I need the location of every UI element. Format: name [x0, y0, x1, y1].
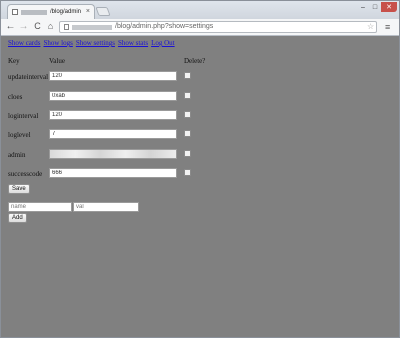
- settings-row: cloes: [1, 91, 399, 103]
- page-content: Show cards Show logs Show settings Show …: [1, 36, 399, 337]
- bookmark-star-icon[interactable]: ☆: [367, 22, 374, 31]
- settings-row: updateinterval: [1, 71, 399, 83]
- log-out-link[interactable]: Log Out: [151, 39, 175, 47]
- setting-value-input[interactable]: [49, 110, 177, 120]
- value-column-header: Value: [49, 57, 65, 65]
- delete-checkbox[interactable]: [184, 111, 191, 118]
- admin-nav: Show cards Show logs Show settings Show …: [8, 39, 175, 47]
- show-stats-link[interactable]: Show stats: [118, 39, 148, 47]
- save-button[interactable]: Save: [8, 184, 30, 194]
- redacted-host: [72, 24, 112, 30]
- setting-key: loglevel: [8, 131, 31, 139]
- setting-value-input[interactable]: [49, 71, 177, 81]
- home-icon[interactable]: ⌂: [45, 21, 56, 32]
- close-window-button[interactable]: ✕: [381, 2, 397, 12]
- forward-arrow-icon[interactable]: →: [18, 21, 29, 32]
- settings-row: admin: [1, 149, 399, 161]
- setting-value-input[interactable]: [49, 129, 177, 139]
- reload-icon[interactable]: C: [32, 21, 43, 32]
- delete-checkbox[interactable]: [184, 150, 191, 157]
- setting-value-input[interactable]: [49, 149, 177, 159]
- address-bar[interactable]: /blog/admin.php?show=settings: [59, 21, 377, 33]
- setting-value-input[interactable]: [49, 91, 177, 101]
- show-settings-link[interactable]: Show settings: [76, 39, 115, 47]
- setting-key: cloes: [8, 93, 23, 101]
- setting-value-input[interactable]: [49, 168, 177, 178]
- browser-toolbar: ← → C ⌂ /blog/admin.php?show=settings ☆ …: [1, 19, 399, 36]
- delete-checkbox[interactable]: [184, 92, 191, 99]
- delete-checkbox[interactable]: [184, 130, 191, 137]
- url-text: /blog/admin.php?show=settings: [115, 23, 214, 30]
- setting-key: loginterval: [8, 112, 39, 120]
- browser-tab[interactable]: /blog/admin ×: [7, 4, 95, 19]
- redacted-host: [21, 9, 47, 15]
- browser-menu-icon[interactable]: ≡: [385, 22, 390, 32]
- back-arrow-icon[interactable]: ←: [5, 21, 16, 32]
- add-button[interactable]: Add: [8, 213, 27, 223]
- delete-checkbox[interactable]: [184, 72, 191, 79]
- setting-key: updateinterval: [8, 73, 49, 81]
- tab-strip: /blog/admin × – □ ✕: [1, 1, 399, 19]
- new-setting-value-input[interactable]: [73, 202, 139, 212]
- maximize-button[interactable]: □: [369, 2, 381, 12]
- settings-row: loglevel: [1, 129, 399, 141]
- key-column-header: Key: [8, 57, 20, 65]
- tab-title: /blog/admin: [50, 9, 82, 15]
- delete-checkbox[interactable]: [184, 169, 191, 176]
- setting-key: successcode: [8, 170, 43, 178]
- page-icon: [64, 24, 69, 30]
- page-favicon-icon: [12, 9, 18, 15]
- show-cards-link[interactable]: Show cards: [8, 39, 40, 47]
- delete-column-header: Delete?: [184, 57, 206, 65]
- browser-window: /blog/admin × – □ ✕ ← → C ⌂ /blog/admin.…: [0, 0, 400, 338]
- minimize-button[interactable]: –: [357, 2, 369, 12]
- settings-row: loginterval: [1, 110, 399, 122]
- show-logs-link[interactable]: Show logs: [43, 39, 72, 47]
- tab-close-icon[interactable]: ×: [86, 8, 90, 15]
- setting-key: admin: [8, 151, 26, 159]
- new-setting-name-input[interactable]: [8, 202, 72, 212]
- new-tab-button[interactable]: [95, 7, 111, 16]
- settings-row: successcode: [1, 168, 399, 180]
